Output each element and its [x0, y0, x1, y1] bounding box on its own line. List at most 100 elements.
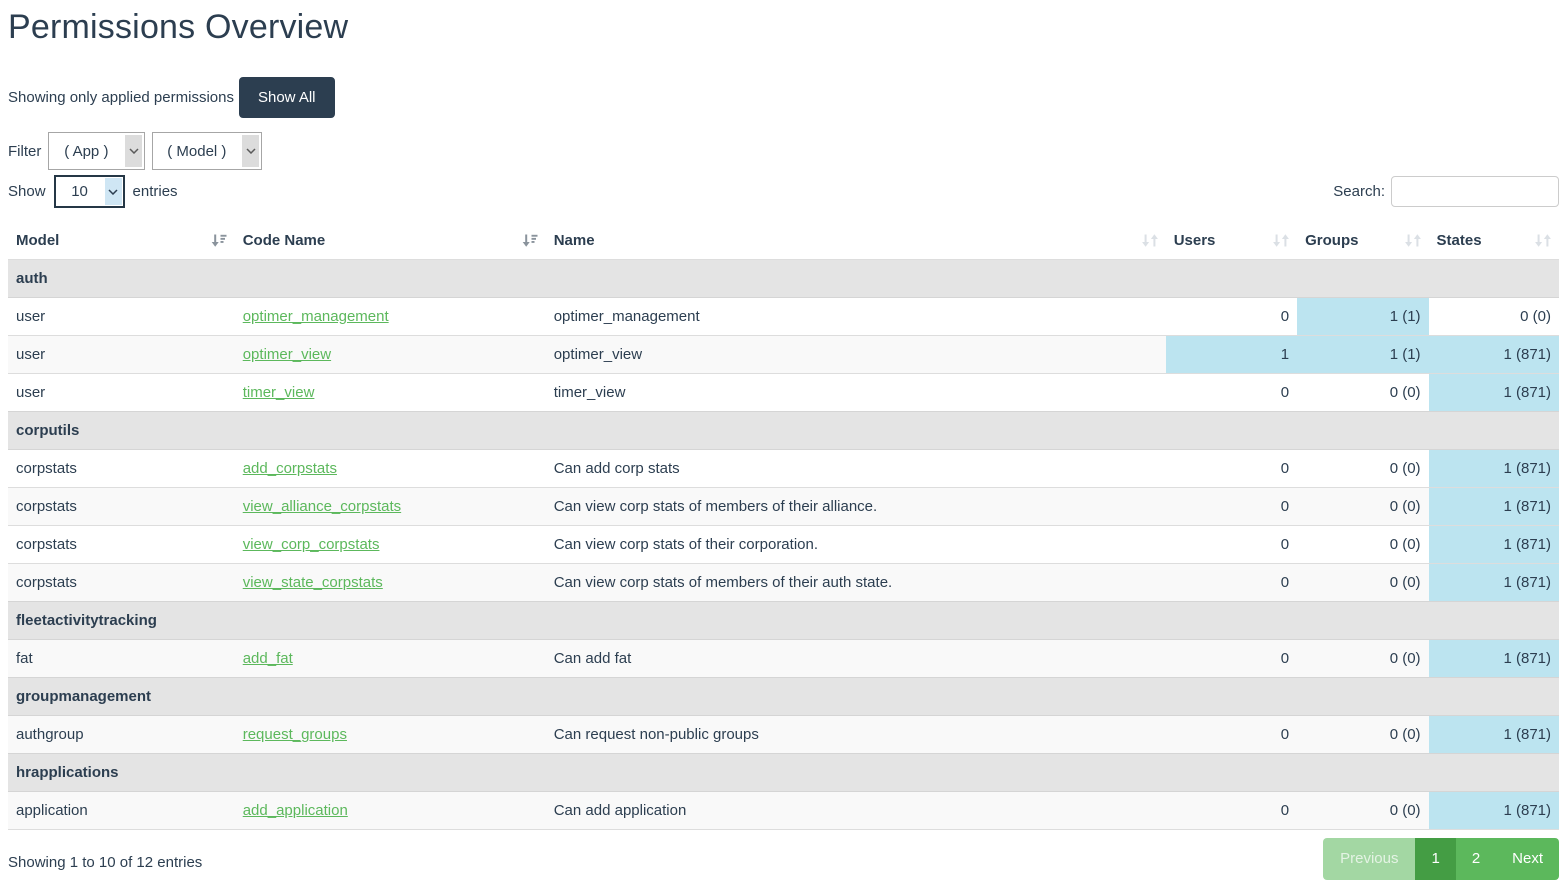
sort-both-icon	[1405, 233, 1421, 248]
cell-model: corpstats	[8, 450, 235, 488]
sort-both-icon	[1535, 233, 1551, 248]
pagination-previous: Previous	[1323, 838, 1415, 880]
pagination-1[interactable]: 1	[1415, 838, 1455, 880]
table-row: usertimer_viewtimer_view00 (0)1 (871)	[8, 374, 1559, 412]
filter-row: Filter ( App ) ( Model )	[8, 132, 1559, 170]
code-name-link[interactable]: optimer_management	[243, 308, 389, 325]
cell-code-name: view_alliance_corpstats	[235, 488, 546, 526]
code-name-link[interactable]: view_state_corpstats	[243, 574, 383, 591]
code-name-link[interactable]: add_application	[243, 802, 348, 819]
cell-code-name: view_state_corpstats	[235, 564, 546, 602]
code-name-link[interactable]: optimer_view	[243, 346, 331, 363]
cell-model: user	[8, 374, 235, 412]
column-label: Code Name	[243, 230, 326, 251]
table-header-row: Model Code Name Name Users Groups States	[8, 222, 1559, 260]
table-row: applicationadd_applicationCan add applic…	[8, 792, 1559, 830]
applied-permissions-row: Showing only applied permissions Show Al…	[8, 77, 1559, 118]
cell-states: 1 (871)	[1429, 526, 1559, 564]
column-header-groups[interactable]: Groups	[1297, 222, 1428, 260]
code-name-link[interactable]: view_alliance_corpstats	[243, 498, 401, 515]
group-name: groupmanagement	[8, 678, 1559, 716]
cell-model: corpstats	[8, 564, 235, 602]
cell-users: 0	[1166, 374, 1297, 412]
cell-code-name: add_application	[235, 792, 546, 830]
cell-groups: 0 (0)	[1297, 792, 1428, 830]
code-name-link[interactable]: add_fat	[243, 650, 293, 667]
cell-states: 1 (871)	[1429, 640, 1559, 678]
model-filter-value: ( Model )	[153, 133, 240, 169]
cell-states: 1 (871)	[1429, 450, 1559, 488]
app-filter-value: ( App )	[49, 133, 123, 169]
cell-users: 1	[1166, 336, 1297, 374]
table-row: authgrouprequest_groupsCan request non-p…	[8, 716, 1559, 754]
column-header-code-name[interactable]: Code Name	[235, 222, 546, 260]
cell-states: 1 (871)	[1429, 374, 1559, 412]
code-name-link[interactable]: request_groups	[243, 726, 347, 743]
pagination-next[interactable]: Next	[1496, 838, 1559, 880]
chevron-down-icon	[125, 135, 142, 167]
cell-code-name: request_groups	[235, 716, 546, 754]
search-label: Search:	[1333, 183, 1385, 200]
filter-label: Filter	[8, 143, 41, 160]
permissions-table: Model Code Name Name Users Groups States auth…	[8, 222, 1559, 830]
cell-model: authgroup	[8, 716, 235, 754]
cell-users: 0	[1166, 298, 1297, 336]
cell-code-name: add_corpstats	[235, 450, 546, 488]
group-header-row: corputils	[8, 412, 1559, 450]
cell-states: 1 (871)	[1429, 792, 1559, 830]
page-length-control: Show 10 entries	[8, 175, 178, 208]
table-footer: Showing 1 to 10 of 12 entries Previous12…	[8, 838, 1559, 880]
group-name: corputils	[8, 412, 1559, 450]
cell-groups: 0 (0)	[1297, 526, 1428, 564]
cell-name: timer_view	[546, 374, 1166, 412]
cell-name: Can add application	[546, 792, 1166, 830]
cell-model: fat	[8, 640, 235, 678]
show-all-button[interactable]: Show All	[239, 77, 335, 118]
cell-model: user	[8, 336, 235, 374]
cell-states: 1 (871)	[1429, 336, 1559, 374]
search-input[interactable]	[1391, 176, 1559, 207]
cell-name: Can add fat	[546, 640, 1166, 678]
cell-name: Can view corp stats of members of their …	[546, 488, 1166, 526]
pagination-2[interactable]: 2	[1456, 838, 1496, 880]
column-header-model[interactable]: Model	[8, 222, 235, 260]
sort-both-icon	[1273, 233, 1289, 248]
table-controls-row: Show 10 entries Search:	[8, 175, 1559, 208]
page-length-select[interactable]: 10	[54, 175, 125, 208]
chevron-down-icon	[105, 178, 122, 205]
table-row: useroptimer_managementoptimer_management…	[8, 298, 1559, 336]
code-name-link[interactable]: timer_view	[243, 384, 315, 401]
cell-groups: 0 (0)	[1297, 374, 1428, 412]
cell-name: optimer_management	[546, 298, 1166, 336]
column-label: States	[1437, 230, 1482, 251]
app-filter-select[interactable]: ( App )	[48, 132, 145, 170]
column-header-name[interactable]: Name	[546, 222, 1166, 260]
cell-code-name: view_corp_corpstats	[235, 526, 546, 564]
column-label: Users	[1174, 230, 1216, 251]
column-header-users[interactable]: Users	[1166, 222, 1297, 260]
cell-states: 1 (871)	[1429, 716, 1559, 754]
cell-code-name: optimer_view	[235, 336, 546, 374]
code-name-link[interactable]: view_corp_corpstats	[243, 536, 380, 553]
cell-states: 1 (871)	[1429, 488, 1559, 526]
cell-users: 0	[1166, 716, 1297, 754]
sort-applied-icon	[211, 233, 227, 248]
cell-code-name: add_fat	[235, 640, 546, 678]
code-name-link[interactable]: add_corpstats	[243, 460, 337, 477]
show-label: Show	[8, 183, 46, 200]
page-length-value: 10	[56, 177, 104, 206]
applied-permissions-note: Showing only applied permissions	[8, 89, 234, 106]
cell-users: 0	[1166, 488, 1297, 526]
sort-both-icon	[1142, 233, 1158, 248]
cell-groups: 0 (0)	[1297, 564, 1428, 602]
model-filter-select[interactable]: ( Model )	[152, 132, 262, 170]
cell-name: Can view corp stats of members of their …	[546, 564, 1166, 602]
cell-users: 0	[1166, 564, 1297, 602]
cell-states: 1 (871)	[1429, 564, 1559, 602]
column-header-states[interactable]: States	[1429, 222, 1559, 260]
cell-code-name: optimer_management	[235, 298, 546, 336]
cell-states: 0 (0)	[1429, 298, 1559, 336]
table-row: corpstatsview_corp_corpstatsCan view cor…	[8, 526, 1559, 564]
table-row: corpstats view_state_corpstats Can view co…	[8, 564, 1559, 602]
page-title: Permissions Overview	[8, 8, 1559, 47]
